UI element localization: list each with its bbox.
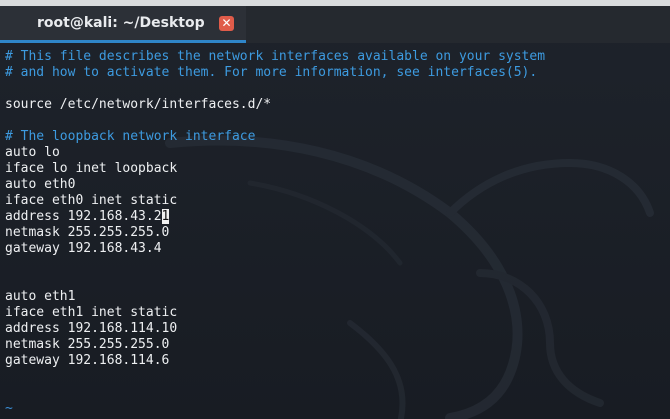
tab-title: root@kali: ~/Desktop [37,15,205,31]
code-line: auto eth0 [5,177,76,192]
close-icon[interactable]: ✕ [219,16,234,31]
terminal-window: root@kali: ~/Desktop ✕ # This file descr… [0,0,670,419]
code-line: netmask 255.255.255.0 [5,337,170,352]
code-line: gateway 192.168.43.4 [5,241,162,256]
comment-line: # and how to activate them. For more inf… [5,65,538,80]
empty-buffer-marker: ~ [5,401,13,416]
file-content: # This file describes the network interf… [5,49,545,419]
tab-bar: root@kali: ~/Desktop ✕ [0,6,670,43]
line-text: address 192.168.43.2 [5,209,162,224]
code-line: source /etc/network/interfaces.d/* [5,97,272,112]
code-line: address 192.168.114.10 [5,321,178,336]
code-line: netmask 255.255.255.0 [5,225,170,240]
code-line: iface eth1 inet static [5,305,178,320]
code-line: iface eth0 inet static [5,193,178,208]
code-line: gateway 192.168.114.6 [5,353,170,368]
code-line: iface lo inet loopback [5,161,178,176]
code-line: auto lo [5,145,60,160]
text-cursor: 1 [161,209,170,224]
editor-area[interactable]: # This file describes the network interf… [0,43,670,419]
code-line-with-cursor: address 192.168.43.21 [5,209,545,225]
tab-terminal[interactable]: root@kali: ~/Desktop ✕ [0,6,246,43]
code-line: auto eth1 [5,289,76,304]
comment-line: # This file describes the network interf… [5,49,546,64]
comment-line: # The loopback network interface [5,129,256,144]
